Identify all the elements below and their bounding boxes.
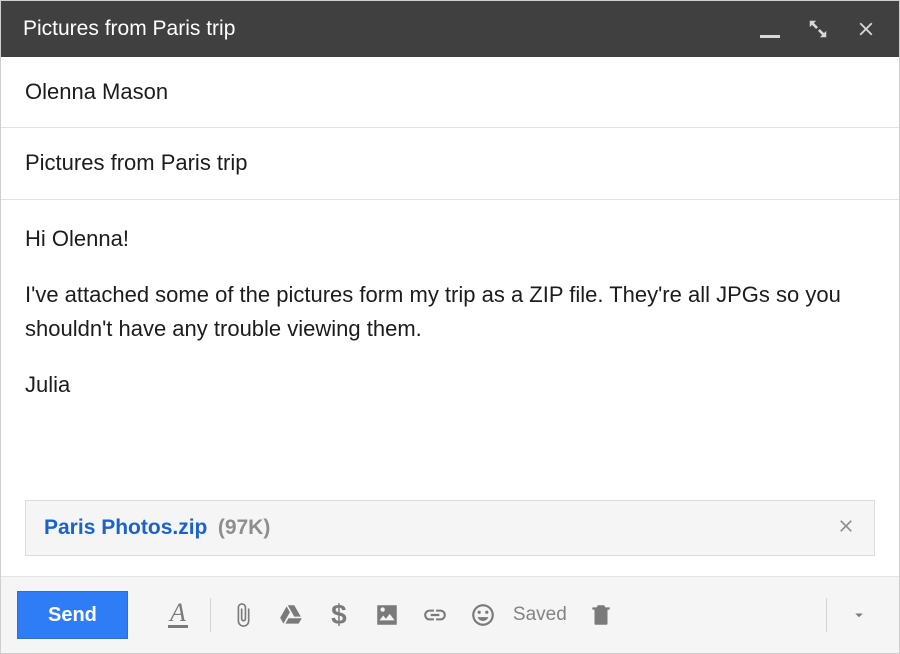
body-signature: Julia: [25, 368, 875, 402]
attachment-chip[interactable]: Paris Photos.zip (97K): [25, 500, 875, 556]
attachment-size: (97K): [218, 516, 271, 539]
attachment-label: Paris Photos.zip (97K): [44, 516, 270, 540]
subject-field[interactable]: Pictures from Paris trip: [1, 128, 899, 199]
link-icon[interactable]: [411, 591, 459, 639]
minimize-icon[interactable]: [759, 18, 781, 40]
to-field[interactable]: Olenna Mason: [1, 57, 899, 128]
titlebar-actions: [759, 18, 877, 40]
to-value: Olenna Mason: [25, 79, 168, 104]
close-icon[interactable]: [855, 18, 877, 40]
message-body[interactable]: Hi Olenna! I've attached some of the pic…: [1, 200, 899, 500]
toolbar-divider: [826, 598, 827, 632]
send-button[interactable]: Send: [17, 591, 128, 639]
subject-value: Pictures from Paris trip: [25, 150, 248, 175]
attach-icon[interactable]: [219, 591, 267, 639]
body-paragraph: I've attached some of the pictures form …: [25, 278, 875, 346]
attachment-filename: Paris Photos.zip: [44, 516, 207, 539]
more-options-icon[interactable]: [835, 591, 883, 639]
discard-icon[interactable]: [577, 591, 625, 639]
window-title: Pictures from Paris trip: [23, 17, 235, 41]
bottom-toolbar: Send A $ Saved: [1, 576, 899, 653]
format-icon[interactable]: A: [154, 591, 202, 639]
body-greeting: Hi Olenna!: [25, 222, 875, 256]
toolbar-divider: [210, 598, 211, 632]
expand-icon[interactable]: [807, 18, 829, 40]
compose-window: Pictures from Paris trip Olenna Mason Pi…: [0, 0, 900, 654]
saved-status: Saved: [513, 604, 567, 626]
drive-icon[interactable]: [267, 591, 315, 639]
photo-icon[interactable]: [363, 591, 411, 639]
emoji-icon[interactable]: [459, 591, 507, 639]
money-icon[interactable]: $: [315, 591, 363, 639]
attachment-area: Paris Photos.zip (97K): [1, 500, 899, 576]
attachment-remove-icon[interactable]: [836, 516, 856, 541]
titlebar: Pictures from Paris trip: [1, 1, 899, 57]
